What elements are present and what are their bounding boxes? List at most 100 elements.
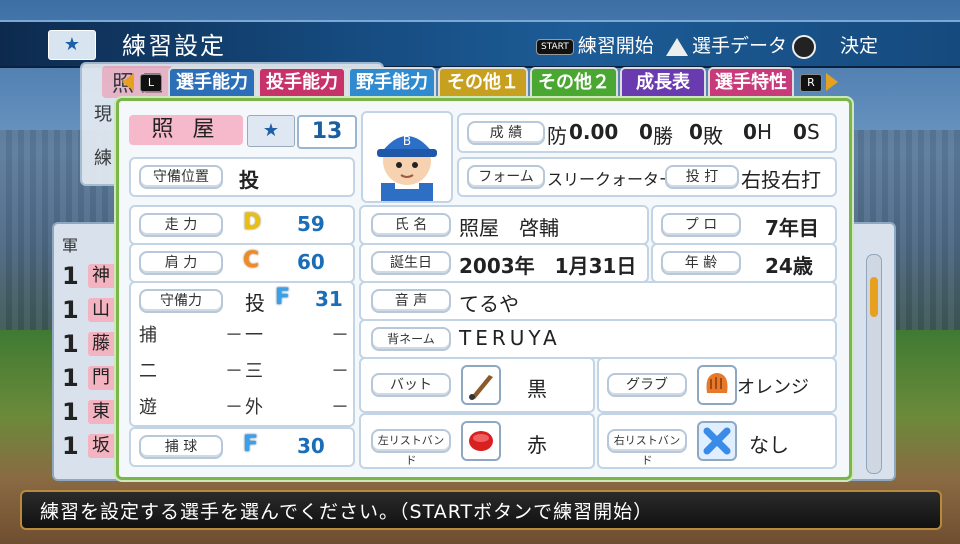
pos-third-value: － — [331, 361, 349, 382]
era-label: 防 — [547, 124, 567, 148]
voice-row: 音 声 てるや — [359, 281, 837, 321]
l-button-icon: L — [140, 74, 162, 92]
voice-label: 音 声 — [371, 289, 451, 313]
pro-row: プ ロ 7年目 — [651, 205, 837, 245]
birthday-value: 2003年 1月31日 — [459, 254, 637, 278]
roster-row[interactable]: 1坂 — [62, 432, 132, 460]
tab-other-2[interactable]: その他２ — [530, 67, 618, 99]
tab-player-traits[interactable]: 選手特性 — [708, 67, 794, 99]
roster-row[interactable]: 1藤 — [62, 330, 132, 358]
age-label: 年 齢 — [661, 251, 741, 275]
roster-header: 軍 — [62, 236, 79, 255]
page-title: 練習設定 — [122, 32, 226, 60]
fielding-position: 投 — [245, 291, 265, 315]
roster-num: 1 — [62, 296, 79, 324]
losses-label: 敗 — [703, 124, 723, 148]
background-row-1: 現 — [94, 104, 112, 125]
glove-icon — [697, 365, 737, 405]
tab-next-arrow-icon[interactable] — [826, 73, 838, 91]
glove-label: グラブ — [607, 373, 687, 397]
position-row: 守備位置 投 — [129, 157, 355, 197]
r-button-icon: R — [800, 74, 822, 92]
roster-scrollbar[interactable] — [866, 254, 882, 474]
roster-row[interactable]: 1神 — [62, 262, 132, 290]
catch-row: 捕 球 F 30 — [129, 427, 355, 467]
position-label: 守備位置 — [139, 165, 223, 189]
player-detail-card: 照 屋 ★ 13 守備位置 投 B 成 績 防 0.00 0 勝 0 敗 0 H… — [116, 98, 852, 480]
saves-value: 0 — [793, 120, 807, 144]
right-wristband-row: 右リストバンド なし — [597, 413, 837, 469]
pos-short: 遊 — [139, 397, 157, 418]
pos-first-value: － — [331, 325, 349, 346]
header-bar: ★ 練習設定 START 練習開始 選手データ 決定 — [0, 20, 960, 68]
era-value: 0.00 — [569, 120, 619, 144]
roster-row[interactable]: 1東 — [62, 398, 132, 426]
glove-row: グラブ オレンジ — [597, 357, 837, 413]
circle-hint[interactable]: 決定 — [792, 31, 878, 59]
glove-value: オレンジ — [737, 377, 809, 398]
fielding-value: 31 — [315, 287, 343, 311]
triangle-button-icon — [666, 37, 688, 56]
pos-catcher-value: － — [225, 325, 243, 346]
player-face-icon: B — [377, 134, 437, 201]
pos-third: 三 — [245, 361, 263, 382]
back-name-row: 背ネーム TERUYA — [359, 319, 837, 359]
pos-first: 一 — [245, 325, 263, 346]
fielding-label: 守備力 — [139, 289, 223, 313]
message-bar: 練習を設定する選手を選んでください。（STARTボタンで練習開始） — [20, 490, 942, 530]
right-wristband-label: 右リストバンド — [607, 429, 687, 467]
pos-catcher: 捕 — [139, 325, 157, 346]
bat-icon — [461, 365, 501, 405]
pos-second: 二 — [139, 361, 157, 382]
tab-pitcher-ability[interactable]: 投手能力 — [258, 67, 346, 99]
arm-grade: C — [243, 248, 260, 273]
pro-value: 7年目 — [765, 216, 819, 240]
triangle-hint[interactable]: 選手データ — [666, 31, 787, 58]
voice-value: てるや — [459, 292, 519, 316]
roster-num: 1 — [62, 398, 79, 426]
pos-outfield: 外 — [245, 397, 263, 418]
roster-row[interactable]: 1門 — [62, 364, 132, 392]
back-name-value: TERUYA — [459, 326, 561, 350]
uniform-number: 13 — [297, 115, 357, 149]
tab-fielder-ability[interactable]: 野手能力 — [348, 67, 436, 99]
roster-num: 1 — [62, 364, 79, 392]
team-logo-icon: ★ — [247, 115, 295, 147]
roster-num: 1 — [62, 432, 79, 460]
throw-bat-value: 右投右打 — [741, 168, 821, 192]
none-x-icon — [697, 421, 737, 461]
record-row: 成 績 防 0.00 0 勝 0 敗 0 H 0 S — [457, 113, 837, 153]
catch-label: 捕 球 — [139, 435, 223, 459]
team-logo-icon: ★ — [48, 30, 96, 60]
roster-row[interactable]: 1山 — [62, 296, 132, 324]
circle-button-icon — [792, 34, 816, 59]
record-label: 成 績 — [467, 121, 545, 145]
form-label: フォーム — [467, 165, 545, 189]
scrollbar-thumb[interactable] — [870, 277, 878, 317]
holds-value: 0 — [743, 120, 757, 144]
tab-player-ability[interactable]: 選手能力 — [168, 67, 256, 99]
birthday-label: 誕生日 — [371, 251, 451, 275]
birthday-row: 誕生日 2003年 1月31日 — [359, 243, 649, 283]
right-wristband-value: なし — [749, 433, 789, 457]
arm-row: 肩 力 C 60 — [129, 243, 355, 283]
speed-value: 59 — [297, 212, 325, 236]
start-hint[interactable]: START 練習開始 — [536, 31, 654, 58]
background-player-name: 照 屋 — [102, 66, 173, 98]
catch-value: 30 — [297, 434, 325, 458]
message-text: 練習を設定する選手を選んでください。（STARTボタンで練習開始） — [40, 501, 654, 523]
age-value: 24歳 — [765, 254, 813, 278]
player-name: 照 屋 — [129, 115, 243, 145]
speed-row: 走 力 D 59 — [129, 205, 355, 245]
arm-label: 肩 力 — [139, 251, 223, 275]
wins-label: 勝 — [653, 124, 673, 148]
arm-value: 60 — [297, 250, 325, 274]
tab-growth-table[interactable]: 成長表 — [620, 67, 706, 99]
tab-other-1[interactable]: その他１ — [438, 67, 528, 99]
fielding-block: 守備力 投 F 31 捕 － 一 － 二 － 三 － 遊 － 外 － — [129, 281, 355, 427]
tab-prev-arrow-icon[interactable] — [122, 73, 134, 91]
fullname-row: 氏 名 照屋 啓輔 — [359, 205, 649, 245]
left-wristband-label: 左リストバンド — [371, 429, 451, 467]
left-wristband-row: 左リストバンド 赤 — [359, 413, 595, 469]
pos-outfield-value: － — [331, 397, 349, 418]
